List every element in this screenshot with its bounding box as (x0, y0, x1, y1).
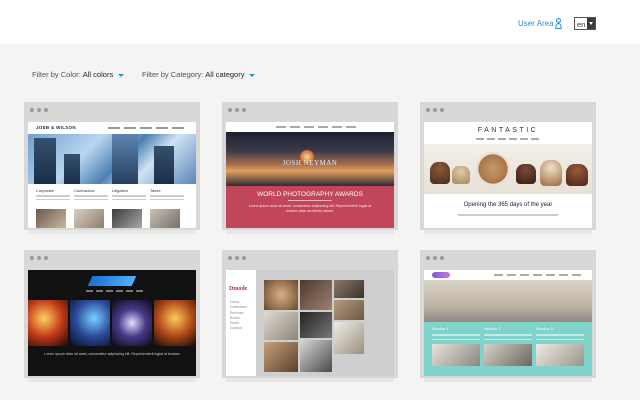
template-preview: Dmode Home Collections Services Books Shots C… (226, 270, 394, 376)
template-card-office[interactable]: Service 1 Service 2 Service 3 (420, 250, 596, 382)
template-preview: JOSH NEYMAN WORLD PHOTOGRAPHY AWARDS Lor… (226, 122, 394, 228)
service-title: Contractual (74, 188, 95, 193)
template-logo: JOEB & WILSON (36, 125, 76, 130)
template-card-photography[interactable]: JOSH NEYMAN WORLD PHOTOGRAPHY AWARDS Lor… (222, 102, 398, 234)
window-dots (228, 108, 246, 114)
template-preview: JOEB & WILSON Corporate Contractual Liti… (28, 122, 196, 228)
chevron-down-icon (587, 18, 595, 29)
template-title: FANTASTIC (477, 127, 539, 134)
window-dots (30, 108, 48, 114)
template-headline: WORLD PHOTOGRAPHY AWARDS (257, 191, 363, 198)
template-nav: Home Collections Services Books Shots Contact (230, 300, 248, 331)
template-body: Lorem ipsum dolor sit amet, consectetur … (248, 204, 372, 213)
category-filter[interactable]: Filter by Category: All category (142, 70, 256, 79)
service-title: Corporate (36, 188, 54, 193)
template-caption: Opening the 365 days of the year (463, 202, 553, 208)
template-body: Lorem ipsum dolor sit amet, consectetur … (44, 352, 180, 356)
category-filter-value: All category (205, 70, 245, 79)
window-dots (30, 256, 48, 262)
template-card-fantastic[interactable]: FANTASTIC Opening the 365 days of the ye… (420, 102, 596, 234)
language-value: en (577, 19, 586, 29)
template-card-law-firm[interactable]: JOEB & WILSON Corporate Contractual Liti… (24, 102, 200, 234)
service-title: Litigation (112, 188, 129, 193)
template-card-dmode[interactable]: Dmode Home Collections Services Books Shots C… (222, 250, 398, 382)
template-title: JOSH NEYMAN (282, 159, 338, 167)
template-logo: Dmode (229, 286, 248, 292)
template-preview: Lorem ipsum dolor sit amet, consectetur … (28, 270, 196, 376)
service-title: Taxes (150, 188, 161, 193)
color-filter-value: All colors (82, 70, 114, 79)
caret-down-icon (249, 73, 256, 77)
top-bar: User Area en (0, 0, 640, 44)
user-icon[interactable] (555, 18, 562, 29)
language-select[interactable]: en (574, 17, 596, 30)
template-preview: FANTASTIC Opening the 365 days of the ye… (424, 122, 592, 228)
user-area-link[interactable]: User Area (518, 19, 554, 28)
window-dots (426, 256, 444, 262)
service-title: Service 2 (484, 326, 501, 331)
color-filter[interactable]: Filter by Color: All colors (32, 70, 125, 79)
category-filter-label: Filter by Category: (142, 70, 204, 79)
service-title: Service 1 (432, 326, 449, 331)
template-card-music[interactable]: Lorem ipsum dolor sit amet, consectetur … (24, 250, 200, 382)
window-dots (228, 256, 246, 262)
service-title: Service 3 (536, 326, 553, 331)
color-filter-label: Filter by Color: (32, 70, 81, 79)
window-dots (426, 108, 444, 114)
template-logo-icon (432, 272, 450, 278)
caret-down-icon (118, 73, 125, 77)
template-hero-image (424, 280, 592, 322)
template-preview: Service 1 Service 2 Service 3 (424, 270, 592, 376)
